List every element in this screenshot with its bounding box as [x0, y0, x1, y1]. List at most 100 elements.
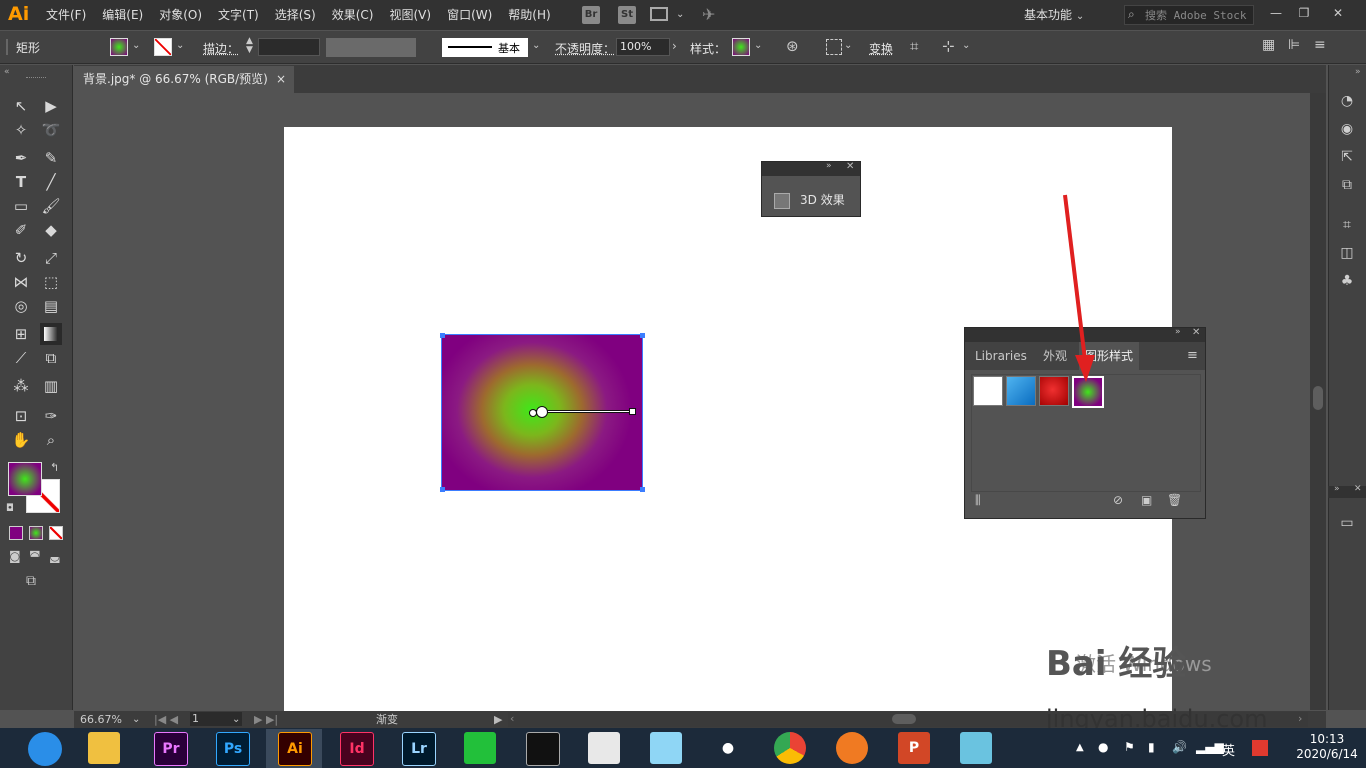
eraser-tool-icon[interactable]: ◆ [40, 219, 62, 241]
menu-object[interactable]: 对象(O) [151, 0, 210, 30]
swap-fill-stroke-icon[interactable]: ↰ [50, 461, 59, 474]
shaper-tool-icon[interactable]: ✐ [10, 219, 32, 241]
artboard-tool-icon[interactable]: ⊡ [10, 405, 32, 427]
variable-width-profile[interactable] [326, 38, 416, 57]
scale-tool-icon[interactable]: ⤢ [40, 247, 62, 269]
slice-tool-icon[interactable]: ✑ [40, 405, 62, 427]
symbol-sprayer-tool-icon[interactable]: ⁂ [10, 375, 32, 397]
chevron-down-icon[interactable]: ⌄ [676, 9, 684, 20]
selection-handle[interactable] [640, 333, 645, 338]
stock-icon[interactable]: St [618, 6, 636, 24]
collapse-icon[interactable]: » [1334, 484, 1340, 494]
stroke-weight-input[interactable] [258, 38, 320, 56]
transform-label[interactable]: 变换 [869, 40, 893, 57]
stroke-label[interactable]: 描边： [203, 40, 239, 57]
video-editor-icon[interactable] [526, 732, 560, 766]
style-default[interactable] [973, 376, 1003, 406]
stock-search-input[interactable]: 搜索 Adobe Stock [1124, 5, 1254, 25]
tab-libraries[interactable]: Libraries [969, 342, 1033, 370]
scroll-thumb[interactable] [1313, 386, 1323, 410]
file-explorer-icon[interactable] [88, 732, 120, 764]
opacity-label[interactable]: 不透明度： [555, 40, 615, 57]
green-app-icon[interactable] [464, 732, 496, 764]
bridge-icon[interactable]: Br [582, 6, 600, 24]
last-artboard-icon[interactable]: ▶ ▶| [254, 711, 278, 728]
libraries-icon[interactable]: ⫼ [975, 493, 981, 508]
isolate-icon[interactable]: ⌗ [910, 37, 918, 55]
chevron-down-icon[interactable]: ⌄ [754, 40, 762, 51]
minimize-icon[interactable]: — [1264, 3, 1288, 23]
draw-normal-icon[interactable]: ◙ [9, 549, 21, 563]
lasso-tool-icon[interactable]: ➰ [40, 119, 62, 141]
selection-tool-icon[interactable]: ↖ [10, 95, 32, 117]
indesign-icon[interactable]: Id [340, 732, 374, 766]
curvature-tool-icon[interactable]: ✎ [40, 147, 62, 169]
powerpoint-icon[interactable]: P [898, 732, 930, 764]
qq-tray-icon[interactable]: ● [1098, 740, 1108, 754]
red-green-app-icon[interactable] [588, 732, 620, 764]
selection-handle[interactable] [440, 487, 445, 492]
free-transform-tool-icon[interactable]: ⬚ [40, 271, 62, 293]
collapse-icon[interactable]: » [826, 161, 832, 171]
hand-tool-icon[interactable]: ✋ [10, 429, 32, 451]
menu-effect[interactable]: 效果(C) [324, 0, 382, 30]
menu-select[interactable]: 选择(S) [267, 0, 324, 30]
document-tab[interactable]: 背景.jpg* @ 66.67% (RGB/预览) × [74, 66, 294, 93]
3d-effect-label[interactable]: 3D 效果 [800, 191, 845, 208]
gradient-stop-handle[interactable] [536, 406, 548, 418]
chevron-down-icon[interactable]: ⌄ [532, 40, 540, 51]
rotate-tool-icon[interactable]: ↻ [10, 247, 32, 269]
chrome-icon[interactable] [774, 732, 806, 764]
align-icon[interactable] [826, 39, 842, 55]
volume-icon[interactable]: 🔊 [1172, 740, 1187, 754]
network-icon[interactable]: ▂▄▆ [1196, 740, 1224, 754]
close-icon[interactable]: ✕ [1192, 327, 1200, 338]
chevron-down-icon[interactable]: ⌄ [176, 40, 184, 51]
security-tray-icon[interactable]: ⚑ [1124, 740, 1135, 754]
trash-icon[interactable]: 🗑 [1167, 493, 1182, 507]
chevron-down-icon[interactable]: ⌄ [132, 40, 140, 51]
lightroom-icon[interactable]: Lr [402, 732, 436, 766]
menu-help[interactable]: 帮助(H) [500, 0, 558, 30]
mascot-app-icon[interactable] [650, 732, 682, 764]
close-tab-icon[interactable]: × [276, 66, 286, 93]
chevron-down-icon[interactable]: ⌄ [232, 711, 240, 728]
close-icon[interactable]: ✕ [846, 161, 854, 172]
color-icon[interactable]: ◉ [1338, 120, 1356, 138]
perspective-grid-tool-icon[interactable]: ▤ [40, 295, 62, 317]
panel-menu-icon[interactable]: ≡ [1314, 37, 1326, 53]
column-graph-tool-icon[interactable]: ▥ [40, 375, 62, 397]
screen-mode-icon[interactable]: ⧉ [26, 573, 36, 589]
puppet-warp-icon[interactable]: ⊹ [942, 37, 955, 55]
pen-tool-icon[interactable]: ✒ [10, 147, 32, 169]
panel-grip[interactable] [6, 39, 8, 55]
stroke-weight-stepper[interactable]: ▲ ▼ [246, 37, 253, 55]
selection-handle[interactable] [640, 487, 645, 492]
none-mode-icon[interactable] [49, 526, 63, 540]
notes-app-icon[interactable] [960, 732, 992, 764]
expand-icon[interactable]: » [1355, 67, 1361, 77]
export-icon[interactable]: ⇱ [1338, 148, 1356, 166]
collapse-icon[interactable]: » [1175, 327, 1181, 337]
panel-menu-icon[interactable]: ≡ [1187, 348, 1198, 363]
fill-swatch[interactable] [110, 38, 128, 56]
opacity-input[interactable]: 100% [616, 38, 670, 56]
recolor-artwork-icon[interactable]: ⊛ [786, 37, 799, 55]
menu-window[interactable]: 窗口(W) [439, 0, 500, 30]
draw-inside-icon[interactable]: ◛ [49, 549, 61, 563]
gradient-panel-icon[interactable]: ▭ [1338, 514, 1356, 532]
taskbar-clock[interactable]: 10:13 2020/6/14 [1296, 732, 1358, 762]
line-tool-icon[interactable]: ╱ [40, 171, 62, 193]
new-style-icon[interactable]: ▣ [1141, 493, 1152, 507]
qq-icon[interactable]: ● [712, 732, 744, 764]
panel-grip[interactable] [26, 77, 46, 81]
default-fill-stroke-icon[interactable]: ◘ [6, 503, 14, 514]
arrange-panels-icon[interactable]: ▦ [1262, 37, 1275, 53]
paintbrush-tool-icon[interactable]: 🖌 [40, 195, 62, 217]
color-guide-icon[interactable]: ◔ [1338, 92, 1356, 110]
browser-icon[interactable] [836, 732, 868, 764]
eyedropper-tool-icon[interactable]: ⟋ [10, 347, 32, 369]
chevron-down-icon[interactable]: ⌄ [844, 40, 852, 51]
vertical-scrollbar[interactable] [1310, 93, 1326, 710]
chevron-down-icon[interactable]: ⌄ [962, 40, 970, 51]
